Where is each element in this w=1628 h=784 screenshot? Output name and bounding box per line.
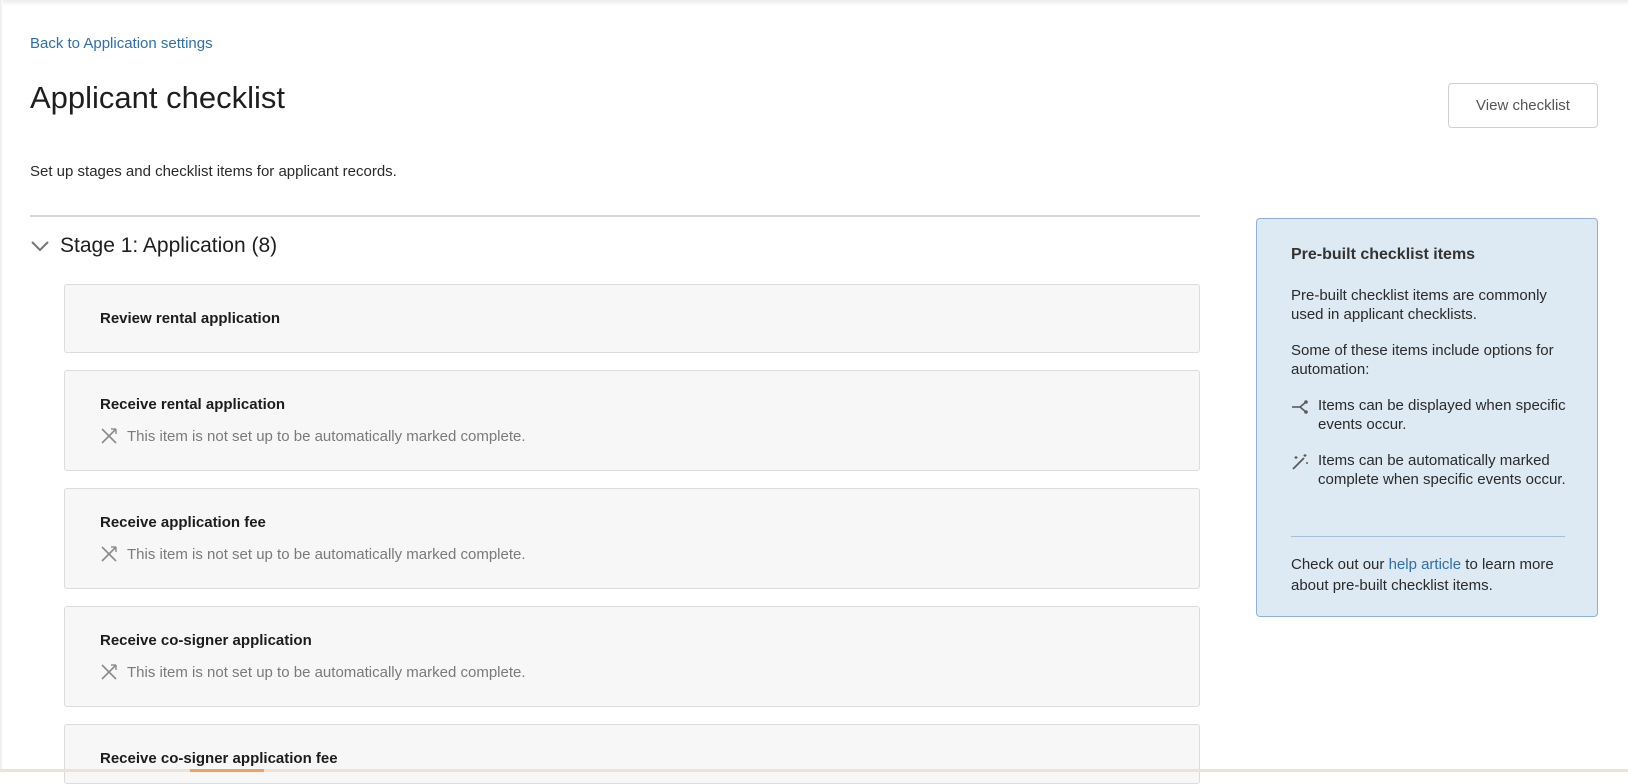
checklist-item[interactable]: Receive rental application This item is … — [64, 370, 1200, 471]
checklist-item-title: Review rental application — [100, 310, 281, 327]
stage-divider — [30, 215, 1200, 217]
automation-note: This item is not set up to be automatica… — [100, 545, 526, 563]
feature-display-on-events: Items can be displayed when specific eve… — [1291, 396, 1576, 434]
checklist-item[interactable]: Review rental application — [64, 284, 1200, 353]
no-automation-icon — [101, 428, 117, 444]
feature-text: Items can be displayed when specific eve… — [1318, 397, 1566, 433]
view-checklist-button[interactable]: View checklist — [1448, 83, 1598, 128]
feature-text: Items can be automatically marked comple… — [1318, 452, 1566, 488]
prebuilt-items-panel: Pre-built checklist items Pre-built chec… — [1256, 218, 1598, 617]
automation-note-text: This item is not set up to be automatica… — [127, 427, 526, 445]
panel-footer-before: Check out our — [1291, 556, 1385, 573]
automation-note-text: This item is not set up to be automatica… — [127, 663, 526, 681]
checklist-item-title: Receive application fee — [100, 514, 266, 531]
checklist-item-title: Receive co-signer application fee — [100, 750, 338, 767]
checklist-item-title: Receive rental application — [100, 396, 286, 413]
branch-icon — [1292, 400, 1308, 414]
panel-footer: Check out our help article to learn more… — [1291, 554, 1576, 596]
panel-divider — [1291, 536, 1565, 537]
stage-title: Stage 1: Application (8) — [60, 234, 278, 257]
top-shadow — [0, 0, 1628, 6]
left-shadow — [0, 0, 3, 772]
stage-toggle[interactable]: Stage 1: Application (8) — [30, 231, 277, 261]
no-automation-icon — [101, 546, 117, 562]
checklist-item-title: Receive co-signer application — [100, 632, 312, 649]
feature-auto-complete: Items can be automatically marked comple… — [1291, 451, 1576, 489]
back-to-application-settings-link[interactable]: Back to Application settings — [30, 35, 213, 52]
checklist-item[interactable]: Receive application fee This item is not… — [64, 488, 1200, 589]
no-automation-icon — [101, 664, 117, 680]
panel-automation-text: Some of these items include options for … — [1291, 342, 1554, 378]
checklist-item[interactable]: Receive co-signer application This item … — [64, 606, 1200, 707]
panel-intro: Pre-built checklist items are commonly u… — [1291, 287, 1547, 323]
automation-note: This item is not set up to be automatica… — [100, 427, 526, 445]
magic-wand-icon — [1292, 454, 1308, 470]
page-subtitle: Set up stages and checklist items for ap… — [30, 163, 397, 180]
page-title: Applicant checklist — [30, 80, 286, 115]
panel-title: Pre-built checklist items — [1291, 246, 1476, 263]
checklist-item[interactable]: Receive co-signer application fee — [64, 724, 1200, 784]
help-article-link[interactable]: help article — [1389, 556, 1462, 573]
automation-note: This item is not set up to be automatica… — [100, 663, 526, 681]
chevron-down-icon[interactable] — [30, 239, 50, 253]
automation-note-text: This item is not set up to be automatica… — [127, 545, 526, 563]
